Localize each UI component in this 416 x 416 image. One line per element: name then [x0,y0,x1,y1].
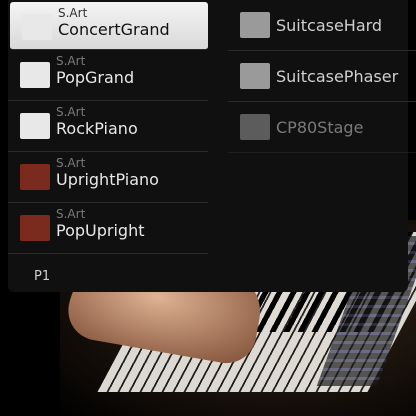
voice-category: S.Art [56,105,86,119]
voice-name: PopUpright [56,221,145,240]
voice-category: S.Art [56,54,86,68]
voice-list: S.Art ConcertGrand S.Art PopGrand S.Art … [8,0,416,292]
voice-item-popupright[interactable]: S.Art PopUpright [8,203,208,254]
voice-item-popgrand[interactable]: S.Art PopGrand [8,50,208,101]
voice-item-suitcasehard[interactable]: SuitcaseHard [228,0,416,51]
voice-name: ConcertGrand [58,20,170,39]
upright-piano-icon [20,164,50,190]
voice-item-suitcasephaser[interactable]: SuitcasePhaser [228,51,416,102]
grand-piano-icon [20,113,50,139]
page-label: P1 [34,269,51,284]
voice-item-cp80stage[interactable]: CP80Stage [228,102,416,153]
stage-piano-icon [240,114,270,140]
voice-name: PopGrand [56,68,135,87]
grand-piano-icon [22,14,52,40]
voice-item-uprightpiano[interactable]: S.Art UprightPiano [8,152,208,203]
voice-list-left-column: S.Art ConcertGrand S.Art PopGrand S.Art … [8,0,208,254]
voice-name: CP80Stage [276,118,364,137]
voice-name: RockPiano [56,119,138,138]
upright-piano-icon [20,215,50,241]
electric-piano-icon [240,63,270,89]
voice-list-right-column: SuitcaseHard SuitcasePhaser CP80Stage [228,0,416,153]
voice-category: S.Art [56,156,86,170]
voice-item-concertgrand[interactable]: S.Art ConcertGrand [10,2,208,50]
grand-piano-icon [20,62,50,88]
electric-piano-icon [240,12,270,38]
page-tab-p1[interactable]: P1 [16,262,66,292]
voice-name: SuitcaseHard [276,16,383,35]
voice-category: S.Art [56,207,86,221]
voice-category: S.Art [58,6,88,20]
voice-select-screen: S.Art ConcertGrand S.Art PopGrand S.Art … [0,0,416,416]
voice-item-rockpiano[interactable]: S.Art RockPiano [8,101,208,152]
voice-name: SuitcasePhaser [276,67,399,86]
voice-name: UprightPiano [56,170,159,189]
